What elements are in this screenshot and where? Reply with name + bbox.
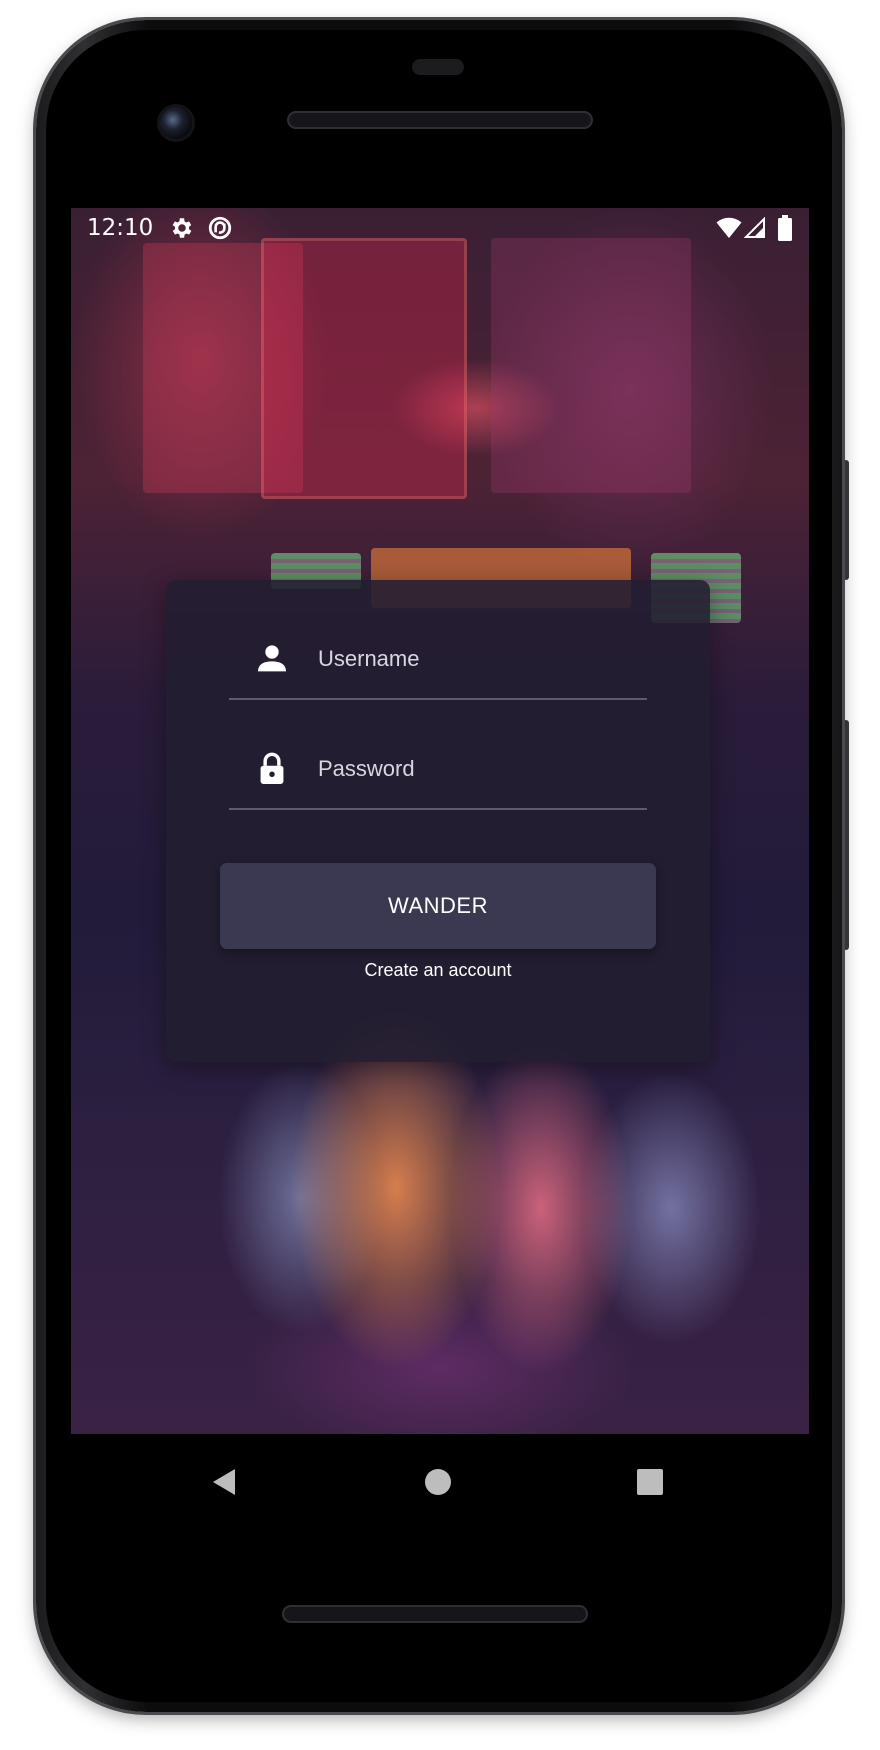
battery-icon (778, 215, 792, 241)
navigation-bar (71, 1434, 809, 1524)
background-sign-center (261, 238, 467, 499)
wander-button[interactable]: WANDER (220, 863, 656, 949)
signal-icon (744, 217, 765, 238)
lock-icon (260, 752, 284, 784)
background-sign-right (491, 238, 691, 493)
earpiece-slot (412, 59, 464, 75)
gear-icon (172, 218, 192, 238)
username-field (229, 620, 647, 700)
username-input[interactable] (316, 636, 640, 682)
top-speaker-grille (287, 111, 593, 129)
home-icon[interactable] (425, 1469, 451, 1495)
person-icon (258, 645, 286, 672)
bottom-speaker-grille (282, 1605, 588, 1623)
back-icon[interactable] (211, 1467, 237, 1497)
device-frame: 12:10 Username WANDER Create an account (0, 0, 880, 1750)
create-account-link[interactable]: Create an account (166, 960, 710, 981)
screen: 12:10 Username WANDER Create an account (71, 208, 809, 1434)
password-input[interactable] (316, 746, 640, 792)
volume-button (843, 720, 849, 950)
status-bar: 12:10 (71, 208, 809, 248)
sync-icon (208, 216, 232, 240)
power-button (843, 460, 849, 580)
recents-icon[interactable] (637, 1469, 663, 1495)
wifi-icon (716, 217, 742, 238)
status-time: 12:10 (87, 215, 154, 241)
password-field (229, 730, 647, 810)
login-card: WANDER Create an account (166, 580, 710, 1062)
front-camera (160, 107, 192, 139)
